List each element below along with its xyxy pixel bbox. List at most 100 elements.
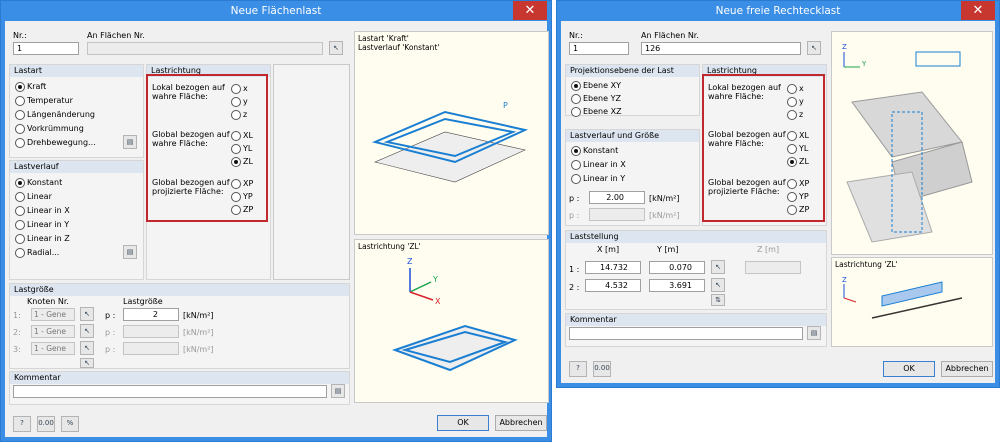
- radio-yp[interactable]: YP: [787, 191, 809, 202]
- radio-ebene-xz[interactable]: Ebene XZ: [571, 106, 622, 117]
- cancel-button[interactable]: Abbrechen: [495, 415, 547, 431]
- edit-radial-icon[interactable]: ▤: [123, 245, 137, 259]
- radio-x[interactable]: x: [231, 83, 248, 94]
- title-bar: Neue Flächenlast ✕: [1, 1, 551, 21]
- load-preview-graphic: P: [371, 101, 529, 183]
- radio-laengenaenderung[interactable]: Längenänderung: [15, 109, 95, 120]
- radio-linear[interactable]: Linear: [15, 191, 52, 202]
- p2-input[interactable]: [123, 325, 179, 338]
- radio-yl[interactable]: YL: [231, 143, 252, 154]
- row2-label: 2 :: [569, 283, 580, 292]
- x1-input[interactable]: 14.732: [585, 261, 641, 274]
- radio-drehbewegung[interactable]: Drehbewegung...: [15, 137, 96, 148]
- radio-radial[interactable]: Radial...: [15, 247, 59, 258]
- radio-x[interactable]: x: [787, 83, 804, 94]
- swap-icon[interactable]: ⇅: [711, 294, 725, 306]
- pick-node-1-icon[interactable]: ↖: [80, 307, 94, 321]
- radio-y[interactable]: y: [231, 96, 248, 107]
- pick-node-3-icon[interactable]: ↖: [80, 341, 94, 355]
- radio-zp[interactable]: ZP: [231, 204, 253, 215]
- p2-unit: [kN/m²]: [649, 211, 680, 220]
- p3-input[interactable]: [123, 342, 179, 355]
- global-proj-label: Global bezogen auf projizierte Fläche:: [152, 178, 230, 196]
- global-wahr-label: Global bezogen auf wahre Fläche:: [152, 130, 230, 148]
- radio-xl[interactable]: XL: [787, 130, 809, 141]
- radio-linear-y[interactable]: Linear in Y: [571, 173, 625, 184]
- radio-zl[interactable]: ZL: [231, 156, 253, 167]
- lastgroesse-header: Lastgröße: [10, 284, 349, 296]
- radio-temperatur[interactable]: Temperatur: [15, 95, 73, 106]
- svg-text:P: P: [503, 101, 508, 110]
- radio-xp[interactable]: XP: [787, 178, 809, 189]
- radio-zl[interactable]: ZL: [787, 156, 809, 167]
- kommentar-input[interactable]: [569, 327, 803, 340]
- p2-input[interactable]: [589, 208, 645, 221]
- settings-icon[interactable]: %: [61, 416, 79, 432]
- radio-zp[interactable]: ZP: [787, 204, 809, 215]
- ok-button[interactable]: OK: [883, 361, 935, 377]
- radio-ebene-yz[interactable]: Ebene YZ: [571, 93, 621, 104]
- ok-button[interactable]: OK: [437, 415, 489, 431]
- radio-konstant[interactable]: Konstant: [15, 177, 62, 188]
- radio-vorkruemmung[interactable]: Vorkrümmung: [15, 123, 84, 134]
- radio-linear-x[interactable]: Linear in X: [571, 159, 626, 170]
- radio-y[interactable]: y: [787, 96, 804, 107]
- rectangle-load-graphic: Z Y: [842, 43, 973, 243]
- laststellung-header: Laststellung: [566, 231, 826, 243]
- knoten-1-dropdown[interactable]: 1 - Gene: [31, 308, 75, 321]
- pick-point-1-icon[interactable]: ↖: [711, 260, 725, 274]
- lastart-header: Lastart: [10, 65, 143, 77]
- radio-ebene-xy[interactable]: Ebene XY: [571, 80, 621, 91]
- nr-input[interactable]: 1: [13, 42, 79, 55]
- pick-multi-icon[interactable]: ↖: [80, 358, 94, 368]
- p3-unit: [kN/m²]: [183, 345, 214, 354]
- flaechen-input[interactable]: 126: [641, 42, 801, 55]
- radio-linear-x[interactable]: Linear in X: [15, 205, 70, 216]
- kommentar-edit-icon[interactable]: ▤: [807, 326, 821, 340]
- y1-input[interactable]: 0.070: [649, 261, 705, 274]
- edit-icon[interactable]: ▤: [123, 135, 137, 149]
- z1-input[interactable]: [745, 261, 801, 274]
- nr-input[interactable]: 1: [569, 42, 629, 55]
- radio-xp[interactable]: XP: [231, 178, 253, 189]
- radio-xl[interactable]: XL: [231, 130, 253, 141]
- help-icon[interactable]: ?: [569, 361, 587, 377]
- svg-text:Y: Y: [861, 60, 867, 68]
- pick-icon[interactable]: ↖: [807, 41, 821, 55]
- knoten-3-dropdown[interactable]: 1 - Gene: [31, 342, 75, 355]
- flaechen-label: An Flächen Nr.: [641, 31, 699, 40]
- p-label: p :: [105, 311, 116, 320]
- radio-z[interactable]: z: [231, 109, 247, 120]
- p-unit: [kN/m²]: [183, 311, 214, 320]
- lastgroesse-label: Lastgröße: [123, 297, 163, 306]
- knoten-2-dropdown[interactable]: 1 - Gene: [31, 325, 75, 338]
- pick-icon[interactable]: ↖: [329, 41, 343, 55]
- flaechen-input[interactable]: [87, 42, 323, 55]
- pick-point-2-icon[interactable]: ↖: [711, 278, 725, 292]
- radio-yp[interactable]: YP: [231, 191, 253, 202]
- pick-node-2-icon[interactable]: ↖: [80, 324, 94, 338]
- radio-konstant[interactable]: Konstant: [571, 145, 618, 156]
- svg-text:Z: Z: [407, 257, 413, 266]
- close-button[interactable]: ✕: [513, 1, 547, 20]
- p-input[interactable]: 2.00: [589, 191, 645, 204]
- units-icon[interactable]: 0.00: [37, 416, 55, 432]
- help-icon[interactable]: ?: [13, 416, 31, 432]
- blank-panel: [273, 64, 350, 280]
- y2-input[interactable]: 3.691: [649, 279, 705, 292]
- kommentar-input[interactable]: [13, 385, 327, 398]
- kommentar-header: Kommentar: [10, 372, 349, 384]
- units-icon[interactable]: 0.00: [593, 361, 611, 377]
- radio-linear-z[interactable]: Linear in Z: [15, 233, 70, 244]
- radio-yl[interactable]: YL: [787, 143, 808, 154]
- radio-kraft[interactable]: Kraft: [15, 81, 46, 92]
- p-input[interactable]: 2: [123, 308, 179, 321]
- kommentar-edit-icon[interactable]: ▤: [331, 384, 345, 398]
- lokal-label: Lokal bezogen auf wahre Fläche:: [152, 83, 225, 101]
- close-button[interactable]: ✕: [961, 1, 995, 20]
- radio-linear-y[interactable]: Linear in Y: [15, 219, 69, 230]
- cancel-button[interactable]: Abbrechen: [941, 361, 993, 377]
- radio-z[interactable]: z: [787, 109, 803, 120]
- x2-input[interactable]: 4.532: [585, 279, 641, 292]
- p-unit: [kN/m²]: [649, 194, 680, 203]
